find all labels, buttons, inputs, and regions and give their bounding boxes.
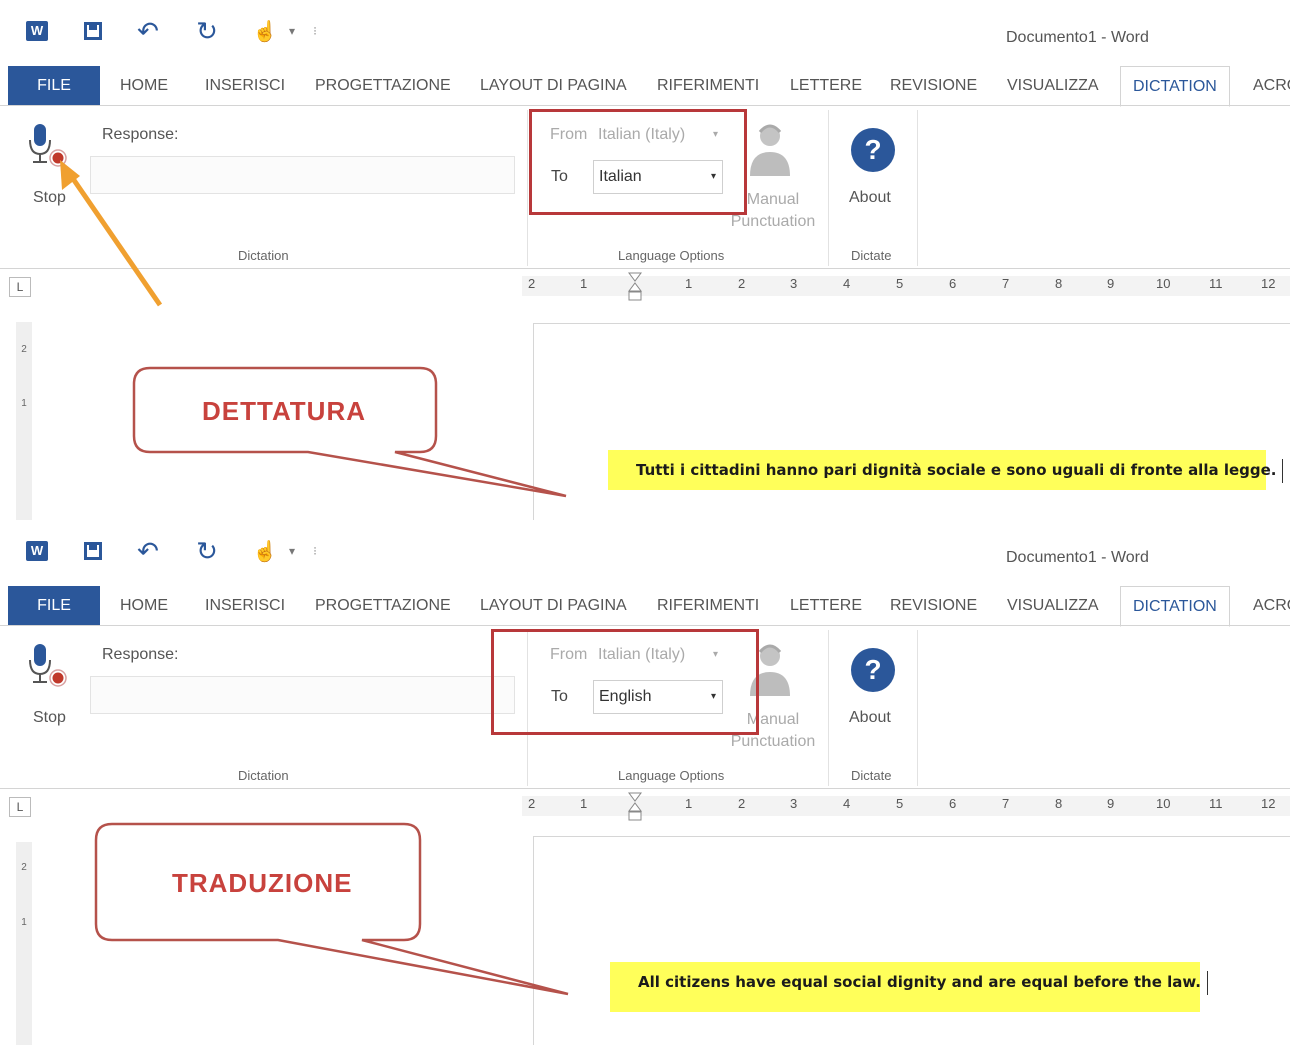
document-text[interactable]: Tutti i cittadini hanno pari dignità soc… — [608, 450, 1284, 490]
text-cursor — [1282, 458, 1284, 483]
callout-label: TRADUZIONE — [172, 868, 353, 898]
callout-label: DETTATURA — [202, 396, 367, 426]
text-cursor — [1207, 970, 1208, 995]
callout-bubble — [132, 366, 567, 498]
arrow-shaft — [64, 168, 163, 307]
document-text-content: All citizens have equal social dignity a… — [638, 973, 1201, 991]
document-text[interactable]: All citizens have equal social dignity a… — [610, 962, 1208, 1012]
word-window-translation: W ↶ ↻ ☝ ▾ ⁝ Documento1 - Word FILE HOME … — [0, 520, 1290, 1045]
word-window-dictation: W ↶ ↻ ☝ ▾ ⁝ Documento1 - Word FILE HOME … — [0, 0, 1290, 520]
document-text-content: Tutti i cittadini hanno pari dignità soc… — [636, 461, 1277, 479]
annotation-layer — [60, 160, 567, 498]
callout-bubble — [94, 822, 569, 996]
